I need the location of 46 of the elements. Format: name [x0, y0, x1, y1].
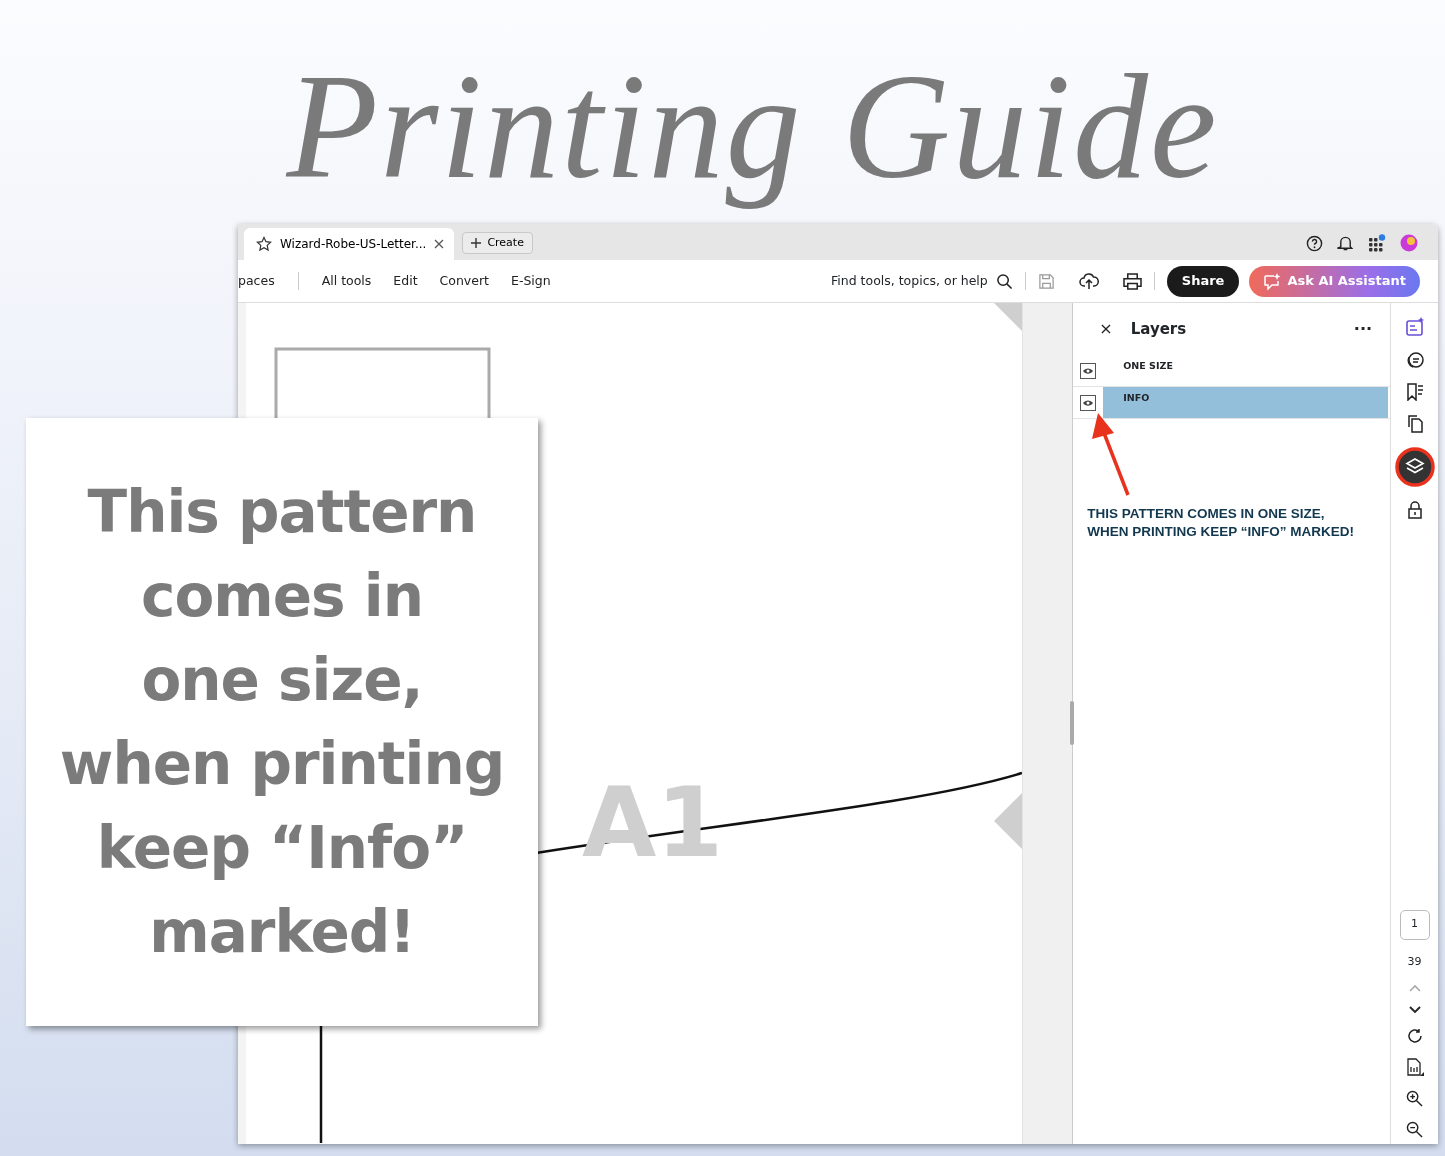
- rotate-icon[interactable]: [1406, 1028, 1423, 1044]
- bookmark-icon[interactable]: [1405, 383, 1424, 401]
- page-number-field[interactable]: 1: [1399, 909, 1430, 940]
- save-icon[interactable]: [1037, 272, 1055, 290]
- apps-grid-icon[interactable]: [1368, 234, 1386, 252]
- plus-icon: [471, 238, 482, 248]
- chevron-down-icon[interactable]: [1408, 1006, 1421, 1014]
- document-tab[interactable]: Wizard-Robe-US-Letter...: [244, 228, 455, 260]
- chat-sparkle-icon: [1263, 272, 1282, 290]
- toolbar-tab[interactable]: Convert: [428, 271, 500, 291]
- actual-size-icon[interactable]: [1405, 1058, 1424, 1076]
- comment-icon[interactable]: [1405, 351, 1424, 369]
- printer-icon[interactable]: [1122, 272, 1142, 290]
- help-icon[interactable]: [1306, 234, 1323, 252]
- pages-icon[interactable]: [1405, 415, 1424, 433]
- create-button[interactable]: Create: [462, 232, 533, 254]
- close-icon[interactable]: [434, 239, 445, 249]
- lock-icon[interactable]: [1406, 501, 1423, 519]
- toolbar-tab[interactable]: Edit: [382, 271, 429, 291]
- cloud-upload-icon[interactable]: [1078, 272, 1099, 290]
- profile-avatar-icon[interactable]: [1400, 234, 1418, 252]
- resize-handle-icon[interactable]: [1070, 701, 1075, 745]
- panel-title: Layers: [1130, 318, 1187, 340]
- ai-assistant-button[interactable]: Ask AI Assistant: [1249, 265, 1420, 297]
- workspaces-tab[interactable]: paces: [238, 271, 286, 291]
- eye-checkbox-icon[interactable]: [1080, 394, 1097, 411]
- close-button[interactable]: ×: [1099, 317, 1113, 341]
- star-icon: [256, 236, 272, 252]
- layer-item[interactable]: ONE SIZE: [1103, 355, 1389, 386]
- callout-text: This pattern comes in one size, when printing keep “Info” marked!: [59, 477, 505, 968]
- layer-item[interactable]: INFO: [1103, 387, 1389, 418]
- share-button[interactable]: Share: [1166, 265, 1240, 297]
- zoom-out-icon[interactable]: [1406, 1121, 1423, 1138]
- bell-icon[interactable]: [1337, 234, 1354, 252]
- search-icon[interactable]: [995, 272, 1013, 290]
- annotation-note: THIS PATTERN COMES IN ONE SIZE, WHEN PRINTING KEEP “INFO” MARKED!: [1086, 505, 1356, 542]
- search-label[interactable]: Find tools, topics, or help: [831, 271, 988, 291]
- zoom-in-icon[interactable]: [1406, 1090, 1423, 1107]
- more-options-button[interactable]: ···: [1353, 317, 1373, 341]
- eye-checkbox-icon[interactable]: [1080, 362, 1097, 379]
- form-sparkle-icon[interactable]: [1404, 317, 1425, 337]
- page-count: 39: [1407, 953, 1422, 970]
- toolbar-tab[interactable]: E-Sign: [500, 271, 562, 291]
- script-heading: Printing Guide: [285, 42, 1220, 211]
- toolbar-tab[interactable]: All tools: [310, 271, 383, 291]
- layers-icon[interactable]: [1394, 447, 1435, 487]
